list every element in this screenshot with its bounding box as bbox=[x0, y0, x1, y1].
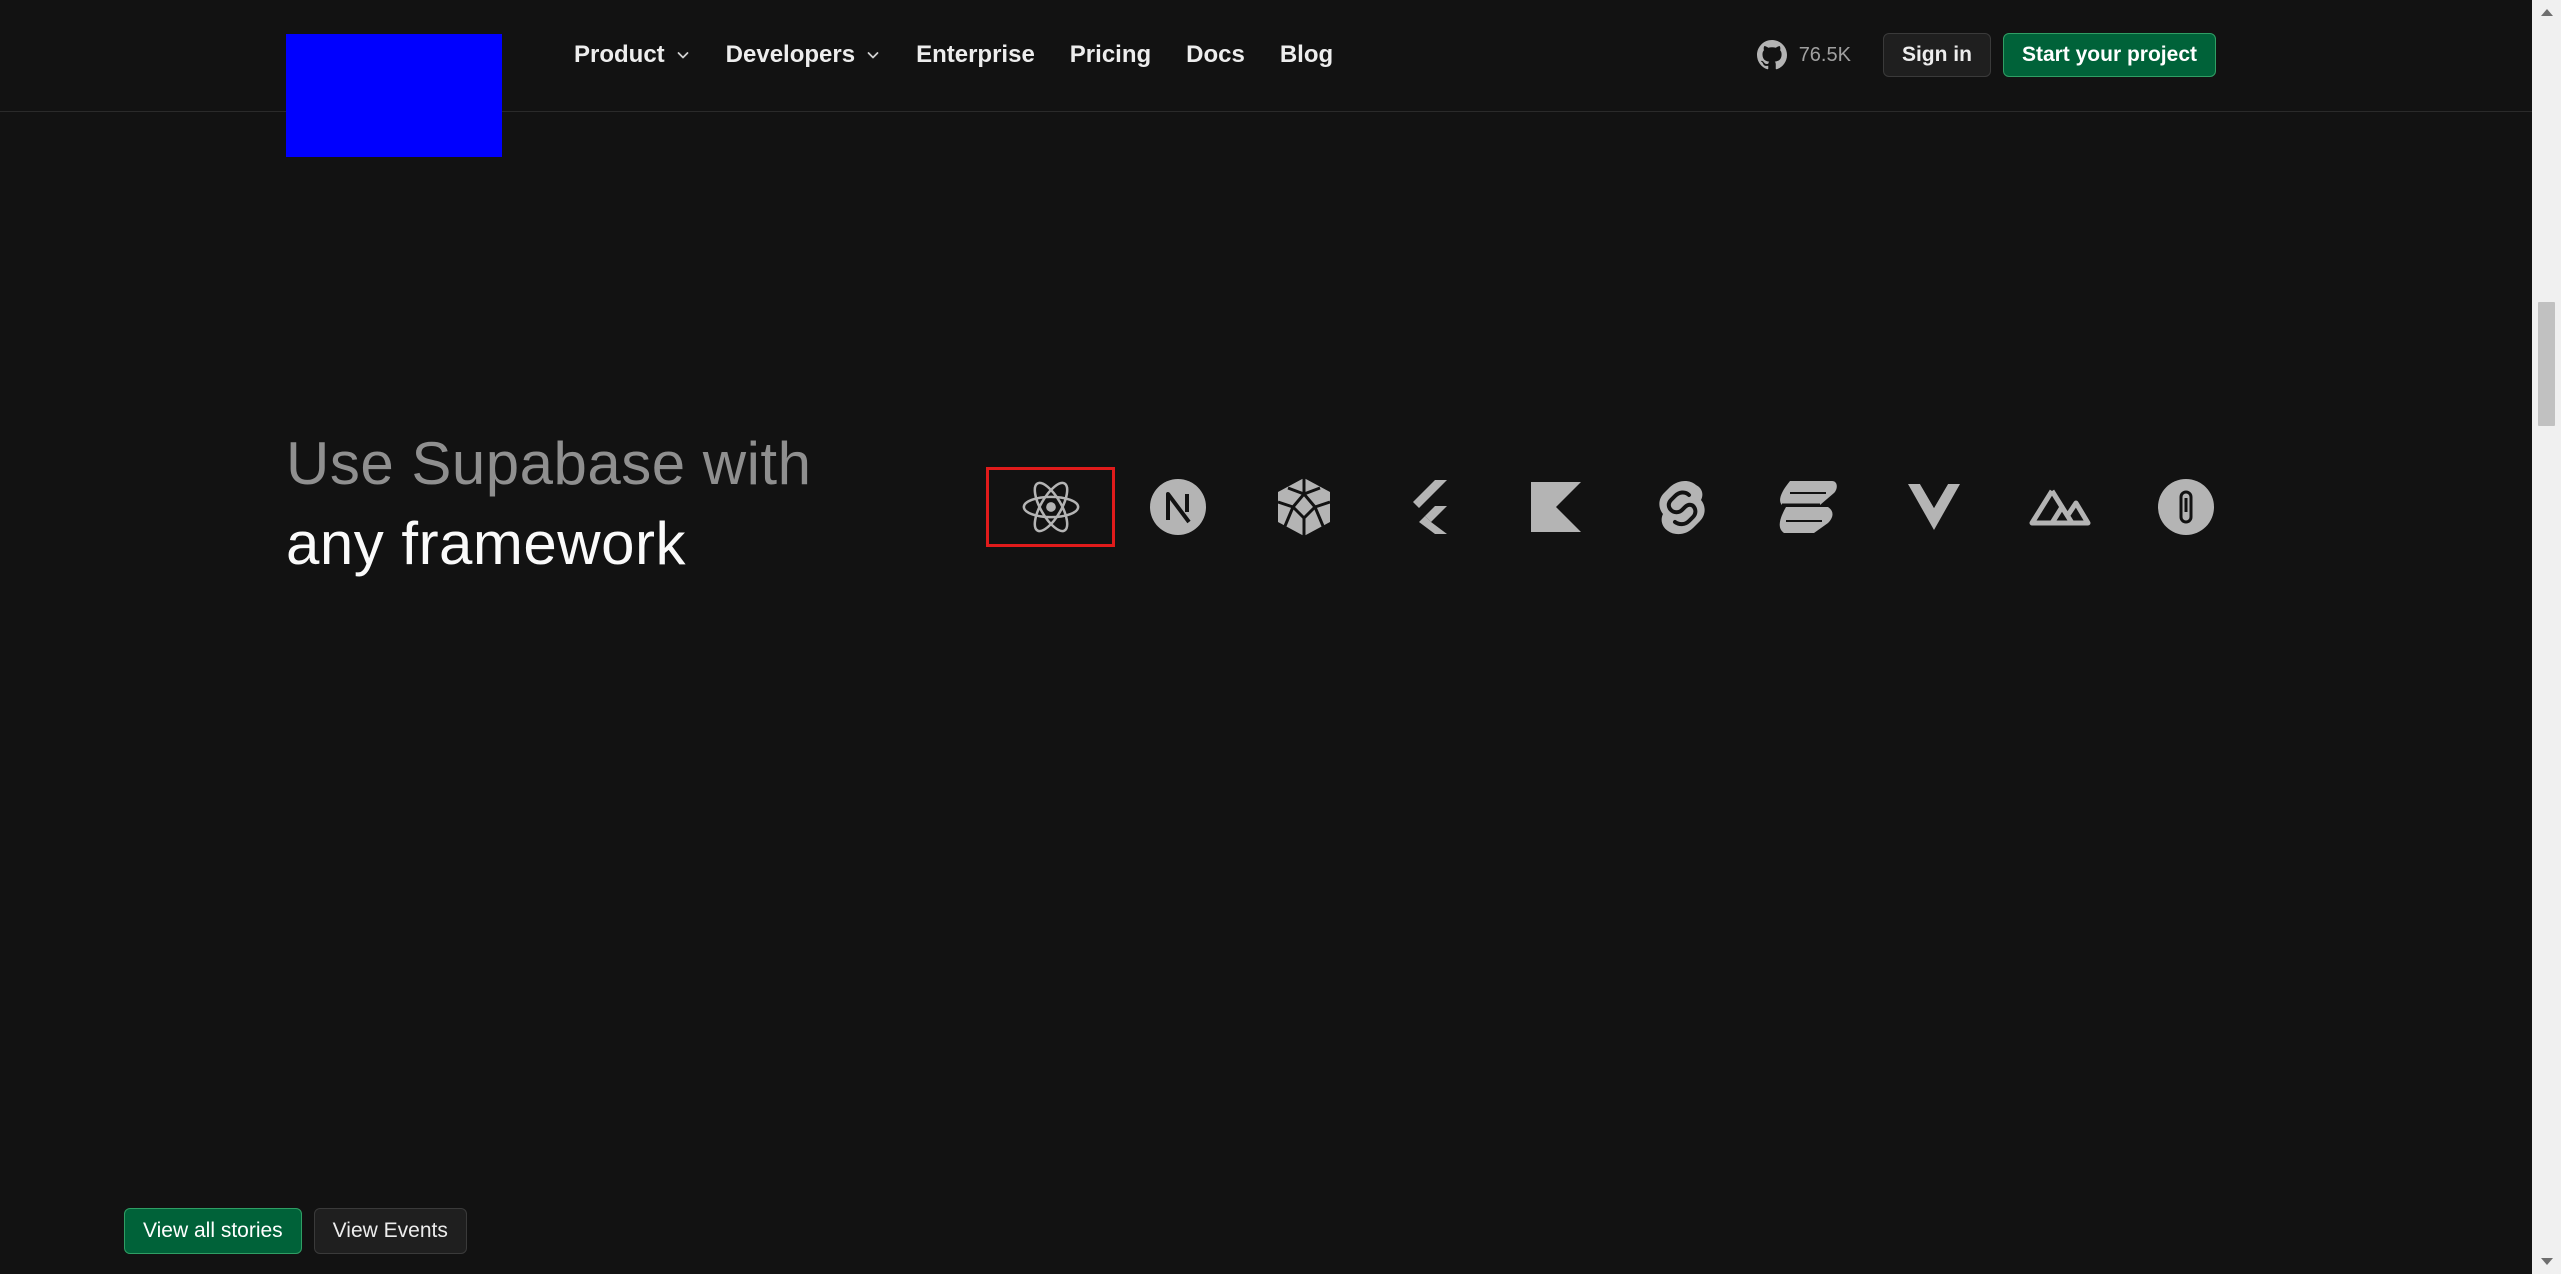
svelte-icon bbox=[1659, 481, 1705, 535]
github-stars-link[interactable]: 76.5K bbox=[1756, 40, 1851, 70]
page-scrollbar[interactable] bbox=[2532, 0, 2561, 1274]
bottom-actions: View all stories View Events bbox=[124, 1208, 467, 1254]
chevron-down-icon bbox=[677, 52, 689, 59]
framework-react[interactable] bbox=[986, 467, 1115, 547]
nextjs-icon bbox=[1150, 479, 1206, 535]
github-icon bbox=[1756, 40, 1787, 70]
framework-flutter[interactable] bbox=[1367, 467, 1493, 547]
nav-item-pricing[interactable]: Pricing bbox=[1070, 41, 1151, 69]
solidjs-icon bbox=[1779, 481, 1837, 533]
framework-redwoodjs[interactable] bbox=[1241, 467, 1367, 547]
flutter-icon bbox=[1413, 480, 1447, 534]
framework-solidjs[interactable] bbox=[1745, 467, 1871, 547]
kotlin-icon bbox=[1531, 482, 1581, 532]
framework-nuxt[interactable] bbox=[1997, 467, 2123, 547]
sign-in-button[interactable]: Sign in bbox=[1882, 33, 1991, 77]
nav-item-label: Product bbox=[574, 41, 665, 68]
nav-item-label: Pricing bbox=[1069, 41, 1152, 68]
framework-svelte[interactable] bbox=[1619, 467, 1745, 547]
react-icon bbox=[1022, 481, 1079, 533]
redwoodjs-icon bbox=[1277, 478, 1331, 536]
scroll-down-arrow-icon[interactable] bbox=[2541, 1258, 2553, 1265]
expo-icon bbox=[2158, 479, 2214, 535]
framework-icon-row bbox=[986, 467, 2249, 547]
nav-item-label: Enterprise bbox=[916, 41, 1035, 68]
nuxt-icon bbox=[2029, 489, 2091, 526]
start-project-button[interactable]: Start your project bbox=[2002, 33, 2216, 77]
scrollbar-thumb[interactable] bbox=[2538, 302, 2555, 426]
nav-item-product[interactable]: Product bbox=[574, 41, 691, 69]
framework-expo[interactable] bbox=[2123, 467, 2249, 547]
chevron-down-icon bbox=[867, 52, 879, 59]
vue-icon bbox=[1908, 484, 1960, 530]
page: Product Developers Enterprise Pricing Do… bbox=[0, 0, 2561, 1274]
nav-item-label: Blog bbox=[1279, 41, 1334, 68]
view-all-stories-button[interactable]: View all stories bbox=[124, 1208, 302, 1254]
scroll-up-arrow-icon[interactable] bbox=[2541, 9, 2553, 16]
nav-item-label: Docs bbox=[1186, 41, 1245, 68]
nav-item-label: Developers bbox=[725, 41, 856, 68]
hero-title-line2: any framework bbox=[286, 510, 686, 577]
nav-item-developers[interactable]: Developers bbox=[726, 41, 881, 69]
framework-nextjs[interactable] bbox=[1115, 467, 1241, 547]
framework-kotlin[interactable] bbox=[1493, 467, 1619, 547]
view-events-button[interactable]: View Events bbox=[313, 1208, 467, 1254]
logo-placeholder[interactable] bbox=[286, 34, 502, 157]
github-star-count: 76.5K bbox=[1798, 43, 1851, 66]
hero-title: Use Supabase with any framework bbox=[286, 424, 811, 584]
nav-item-enterprise[interactable]: Enterprise bbox=[916, 41, 1035, 69]
nav-item-docs[interactable]: Docs bbox=[1186, 41, 1245, 69]
hero-title-line1: Use Supabase with bbox=[286, 430, 812, 497]
nav-links: Product Developers Enterprise Pricing Do… bbox=[574, 34, 1368, 76]
nav-item-blog[interactable]: Blog bbox=[1280, 41, 1333, 69]
framework-vue[interactable] bbox=[1871, 467, 1997, 547]
nav-actions: 76.5K Sign in Start your project bbox=[1756, 33, 2216, 77]
